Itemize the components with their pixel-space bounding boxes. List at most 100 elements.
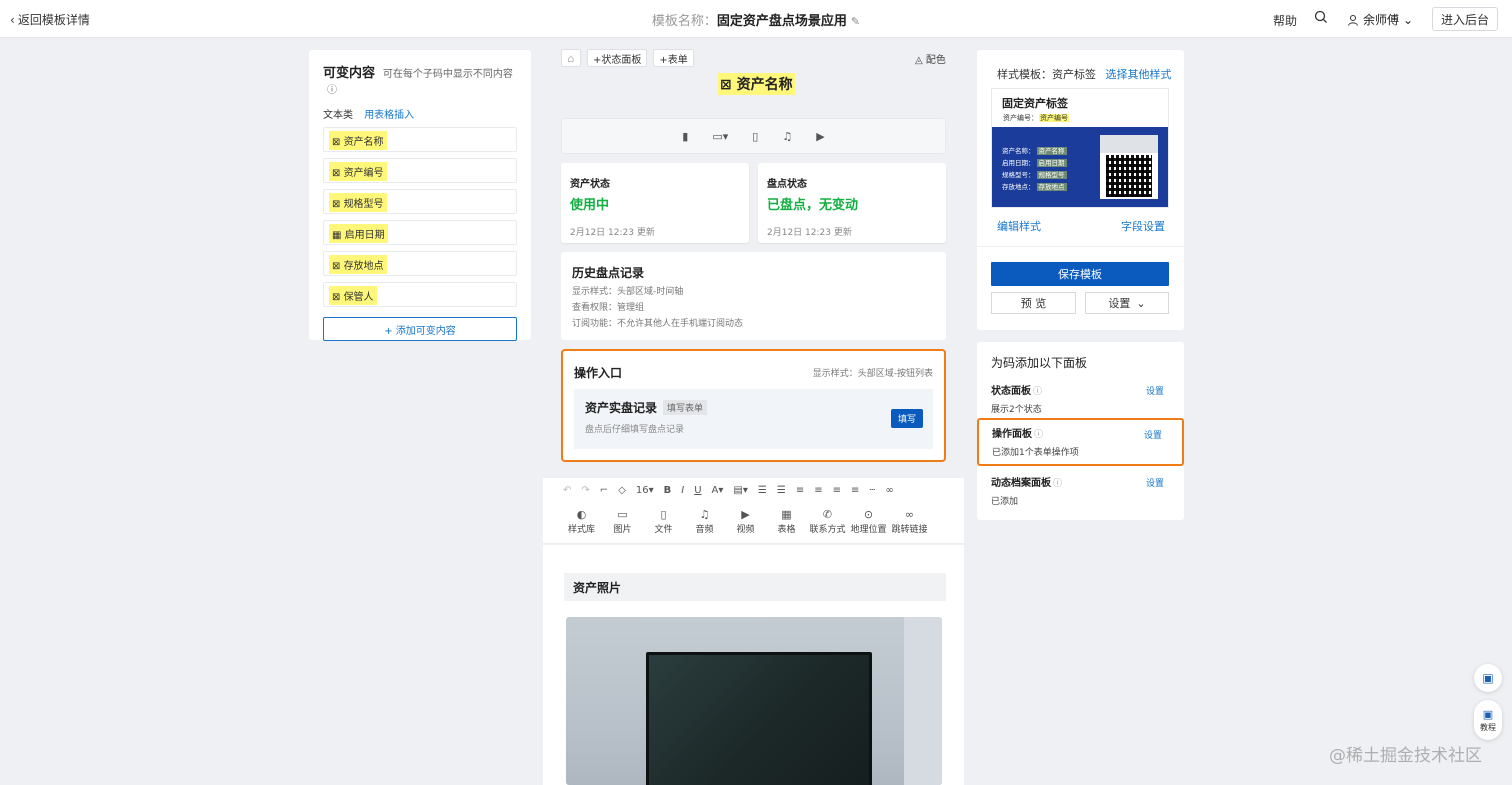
chat-icon: ▣	[1482, 671, 1494, 685]
bold-icon[interactable]: B	[664, 485, 672, 496]
font-size-value: 16	[635, 485, 649, 496]
undo-icon[interactable]: ↶	[563, 485, 571, 496]
settings-dropdown-button[interactable]: 设置 ⌄	[1085, 292, 1169, 314]
tutorial-icon: ▣	[1482, 707, 1494, 721]
color-scheme-button[interactable]: ◬ 配色	[915, 51, 946, 66]
jump-link-tool[interactable]: ∞ 跳转链接	[889, 508, 930, 535]
search-icon[interactable]	[1314, 10, 1328, 27]
location-tool[interactable]: ⊙ 地理位置	[848, 508, 889, 535]
ordered-list-icon[interactable]: ☰	[758, 485, 767, 496]
operation-entry-panel[interactable]: 操作入口 显示样式：头部区域-按钮列表 资产实盘记录 填写表单 盘点后仔细填写盘…	[561, 349, 946, 462]
label-row-label: 启用日期：	[1002, 159, 1035, 167]
variable-item[interactable]: ▦ 启用日期	[323, 220, 517, 245]
tool-label: 图片	[613, 525, 632, 535]
question-icon[interactable]: ⓘ	[1034, 430, 1043, 440]
italic-icon[interactable]: I	[681, 485, 684, 496]
question-icon[interactable]: ⓘ	[1033, 387, 1042, 397]
music-icon[interactable]: ♫	[782, 130, 792, 143]
video-icon: ▶	[741, 508, 750, 521]
asset-photo-heading[interactable]: 资产照片	[564, 573, 946, 601]
panel-settings-link[interactable]: 设置	[1144, 428, 1162, 441]
label-row-label: 规格型号：	[1002, 171, 1035, 179]
asset-label-preview[interactable]: 固定资产标签 资产编号： 资产编号 资产名称： 资产名称 启用日期： 启用日期 规格型…	[991, 88, 1169, 208]
tool-label: 地理位置	[850, 525, 887, 535]
contact-tool[interactable]: ✆ 联系方式	[807, 508, 848, 535]
add-status-panel-button[interactable]: +状态面板	[587, 49, 648, 67]
label-row-value: 存放地点	[1036, 183, 1067, 191]
asset-status-card[interactable]: 资产状态 使用中 2月12日 12:23 更新	[561, 163, 749, 243]
tutorial-float-button[interactable]: ▣ 教程	[1474, 700, 1502, 740]
user-menu[interactable]: 余师傅 ⌄	[1347, 11, 1413, 28]
dynamic-archive-panel-item: 动态档案面板 ⓘ 已添加 设置	[977, 468, 1184, 512]
text-category-label: 文本类	[323, 110, 353, 121]
table-insert-link[interactable]: 用表格插入	[364, 110, 414, 121]
image-icon: ▭	[617, 508, 628, 521]
tool-label: 联系方式	[809, 525, 846, 535]
save-template-button[interactable]: 保存模板	[991, 262, 1169, 286]
field-settings-link[interactable]: 字段设置	[1121, 218, 1165, 234]
question-icon[interactable]: ⓘ	[1053, 479, 1062, 489]
bullet-list-icon[interactable]: ☰	[777, 485, 786, 496]
asset-photo-image[interactable]	[566, 617, 942, 785]
font-size-select[interactable]: 16▾	[636, 485, 654, 496]
photo-monitor	[646, 652, 872, 785]
file-icon[interactable]: ▯	[752, 130, 758, 143]
panel-settings-link[interactable]: 设置	[1146, 384, 1164, 397]
image-dropdown-icon[interactable]: ▭▾	[712, 130, 728, 143]
divider-icon[interactable]: ┄	[869, 485, 875, 496]
table-tool[interactable]: ▦ 表格	[766, 508, 807, 535]
inventory-status-card[interactable]: 盘点状态 已盘点，无变动 2月12日 12:23 更新	[758, 163, 946, 243]
variable-item[interactable]: ⊠ 规格型号	[323, 189, 517, 214]
variable-item[interactable]: ⊠ 保管人	[323, 282, 517, 307]
fill-button[interactable]: 填写	[890, 409, 923, 428]
font-color-icon[interactable]: A▾	[712, 485, 724, 496]
qr-blur-area	[1100, 135, 1158, 153]
book-icon[interactable]: ▮	[682, 130, 688, 143]
preview-button[interactable]: 预 览	[991, 292, 1076, 314]
variable-item-icon: ⊠	[332, 168, 344, 179]
align-justify-icon[interactable]: ≡	[851, 485, 859, 496]
align-center-icon[interactable]: ≡	[814, 485, 822, 496]
panel-settings-link[interactable]: 设置	[1146, 476, 1164, 489]
tool-label: 文件	[654, 525, 673, 535]
link-icon[interactable]: ∞	[885, 485, 893, 496]
variable-item-icon: ⊠	[332, 199, 344, 210]
redo-icon[interactable]: ↷	[581, 485, 589, 496]
image-tool[interactable]: ▭ 图片	[602, 508, 643, 535]
style-library-tool[interactable]: ◐ 样式库	[561, 508, 602, 535]
variable-item[interactable]: ⊠ 资产名称	[323, 127, 517, 152]
video-tool[interactable]: ▶ 视频	[725, 508, 766, 535]
variable-item[interactable]: ⊠ 存放地点	[323, 251, 517, 276]
top-bar: ‹ 返回模板详情 模板名称：固定资产盘点场景应用 ✎ 帮助 余师傅 ⌄ 进入后台	[0, 0, 1512, 38]
variable-item-icon: ⊠	[332, 261, 344, 272]
asset-name-title[interactable]: ⊠ 资产名称	[718, 73, 795, 95]
add-form-button[interactable]: +表单	[653, 49, 694, 67]
add-variable-content-button[interactable]: + 添加可变内容	[323, 317, 517, 341]
edit-pencil-icon[interactable]: ✎	[851, 15, 860, 28]
file-tool[interactable]: ▯ 文件	[643, 508, 684, 535]
underline-icon[interactable]: U	[694, 485, 701, 496]
format-painter-icon[interactable]: ⌐	[600, 485, 608, 496]
highlight-icon[interactable]: ▤▾	[733, 485, 747, 496]
feedback-float-button[interactable]: ▣	[1474, 664, 1502, 692]
align-right-icon[interactable]: ≡	[833, 485, 841, 496]
panel-name: 状态面板	[991, 386, 1031, 397]
align-left-icon[interactable]: ≡	[796, 485, 804, 496]
video-icon[interactable]: ▶	[816, 130, 824, 143]
choose-other-style-link[interactable]: 选择其他样式	[1106, 68, 1172, 81]
variable-item[interactable]: ⊠ 资产编号	[323, 158, 517, 183]
enter-backend-button[interactable]: 进入后台	[1432, 7, 1498, 31]
tool-label: 视频	[736, 525, 755, 535]
home-icon[interactable]: ⌂	[561, 49, 581, 67]
eraser-icon[interactable]: ◇	[618, 485, 626, 496]
status-card-title: 盘点状态	[767, 179, 807, 190]
audio-tool[interactable]: ♫ 音频	[684, 508, 725, 535]
history-records-panel[interactable]: 历史盘点记录 显示样式：头部区域-时间轴 查看权限：管理组 订阅功能：不允许其他…	[561, 252, 946, 340]
variable-item-label: 存放地点	[343, 261, 384, 272]
user-icon	[1348, 14, 1358, 26]
variable-item-label: 资产编号	[343, 168, 384, 179]
edit-style-link[interactable]: 编辑样式	[997, 218, 1041, 234]
help-link[interactable]: 帮助	[1273, 12, 1297, 29]
label-row-label: 资产名称：	[1002, 147, 1035, 155]
question-icon[interactable]: ⓘ	[327, 85, 337, 96]
